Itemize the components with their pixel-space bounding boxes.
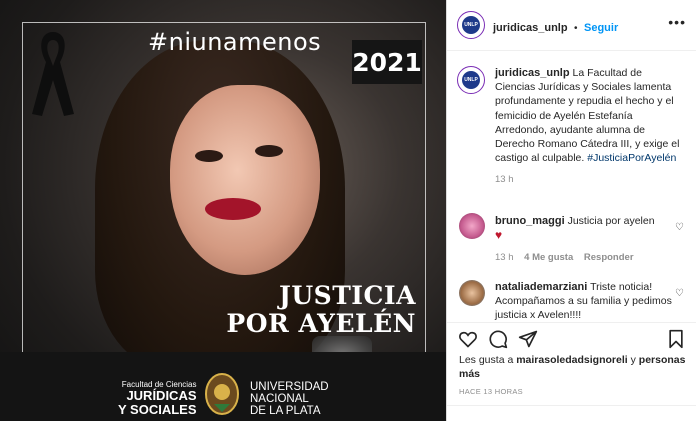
comment-avatar-2[interactable] [459, 280, 485, 306]
university-line-3: DE LA PLATA [250, 405, 321, 417]
follow-button[interactable]: Seguir [584, 22, 618, 34]
posted-ago: HACE 13 HORAS [459, 387, 523, 396]
author-avatar[interactable]: UNLP [457, 11, 485, 39]
likes-user[interactable]: mairasoledadsignoreli [516, 354, 627, 366]
likes-connector: y [630, 354, 636, 366]
comment-1-username[interactable]: bruno_maggi [495, 215, 565, 227]
caption-text: La Facultad de Ciencias Jurídicas y Soci… [495, 67, 680, 165]
comment-1: bruno_maggi Justicia por ayelen ♥ [495, 214, 685, 242]
header-separator: • [574, 23, 578, 34]
comment-1-heart-emoji: ♥ [495, 228, 503, 242]
caption-username[interactable]: juridicas_unlp [495, 67, 570, 79]
faculty-line-2: Y SOCIALES [118, 402, 197, 417]
comment-1-meta: 13 h 4 Me gusta Responder [495, 252, 634, 263]
image-justice-text: JUSTICIA POR AYELÉN [226, 282, 416, 338]
comment-2-like-icon[interactable]: ♡ [675, 288, 684, 299]
action-bar [447, 322, 696, 353]
faculty-line-1: JURÍDICAS [126, 388, 197, 403]
caption-avatar-logo: UNLP [462, 71, 480, 89]
justice-line-2: POR AYELÉN [226, 309, 416, 338]
university-line-2: NACIONAL [250, 393, 309, 405]
avatar-logo: UNLP [462, 16, 480, 34]
post-caption: juridicas_unlp La Facultad de Ciencias J… [495, 66, 685, 188]
post-image[interactable]: #niunamenos 2021 JUSTICIA POR AYELÉN Fac… [0, 0, 446, 421]
comment-2: nataliademarziani Triste noticia! Acompa… [495, 280, 685, 322]
image-hashtag: #niunamenos [148, 28, 322, 56]
likes-prefix: Les gusta a [459, 354, 514, 366]
comment-1-reply[interactable]: Responder [584, 252, 634, 263]
university-crest-icon [205, 373, 239, 415]
faculty-logo-text: Facultad de Ciencias JURÍDICAS Y SOCIALE… [118, 380, 197, 417]
post-header: UNLP juridicas_unlp • Seguir ••• [447, 0, 696, 51]
image-year: 2021 [352, 40, 422, 84]
comment-2-username[interactable]: nataliademarziani [495, 281, 587, 293]
more-horizontal-icon[interactable]: ••• [668, 14, 686, 30]
add-comment-area[interactable] [447, 405, 696, 422]
caption-hashtag[interactable]: #JusticiaPorAyelén [587, 152, 676, 164]
caption-time: 13 h [495, 174, 514, 186]
comment-1-like-icon[interactable]: ♡ [675, 222, 684, 233]
likes-summary: Les gusta a mairasoledadsignoreli y pers… [459, 353, 689, 381]
header-author: juridicas_unlp • Seguir [493, 18, 618, 36]
caption-avatar[interactable]: UNLP [457, 66, 485, 94]
comment-1-likes[interactable]: 4 Me gusta [524, 252, 573, 263]
bookmark-icon[interactable] [666, 329, 686, 349]
university-line-1: UNIVERSIDAD [250, 381, 329, 393]
comment-1-time: 13 h [495, 252, 514, 263]
post-panel: UNLP juridicas_unlp • Seguir ••• UNLP ju… [446, 0, 696, 421]
justice-line-1: JUSTICIA [279, 281, 416, 310]
send-icon[interactable] [518, 329, 538, 349]
heart-icon[interactable] [458, 329, 478, 349]
header-username[interactable]: juridicas_unlp [493, 22, 568, 34]
comment-1-text: Justicia por ayelen [567, 215, 655, 227]
comment-icon[interactable] [488, 329, 508, 349]
comment-avatar-1[interactable] [459, 213, 485, 239]
university-name: UNIVERSIDAD NACIONAL DE LA PLATA [250, 381, 329, 417]
